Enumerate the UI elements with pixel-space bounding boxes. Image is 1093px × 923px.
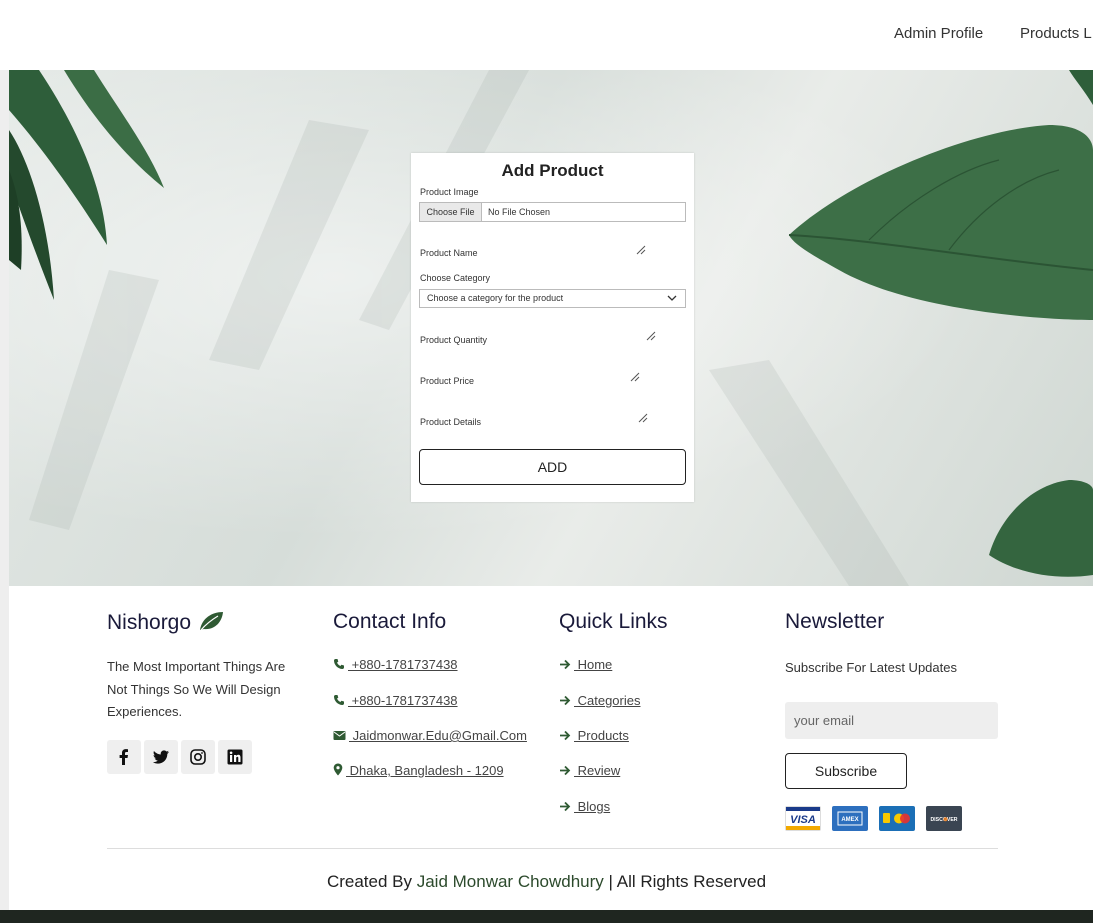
quick-link-review[interactable]: Review — [559, 763, 620, 778]
about-text: The Most Important Things Are Not Things… — [107, 659, 286, 719]
newsletter-email-input[interactable] — [785, 702, 998, 739]
amex-card-icon: AMEX — [832, 806, 868, 831]
linkedin-button[interactable] — [218, 740, 252, 774]
product-name-resize-icon[interactable] — [636, 245, 646, 255]
product-quantity-resize-icon[interactable] — [646, 331, 656, 341]
chevron-down-icon — [667, 295, 677, 301]
no-file-chosen-text: No File Chosen — [488, 207, 551, 217]
contact-phone-1[interactable]: +880-1781737438 — [333, 657, 458, 672]
category-select-value: Choose a category for the product — [427, 293, 564, 303]
leaf-icon — [199, 612, 223, 631]
product-image-label: Product Image — [420, 187, 479, 197]
left-gutter — [0, 70, 9, 910]
discover-card-graphic: DISCOVER — [930, 817, 957, 823]
newsletter-title: Newsletter — [785, 610, 885, 633]
credit-author-link[interactable]: Jaid Monwar Chowdhury — [417, 872, 604, 891]
quick-link-categories[interactable]: Categories — [559, 693, 640, 708]
bottom-bar — [0, 910, 1093, 923]
credit-prefix: Created By — [326, 872, 417, 891]
product-details-resize-icon[interactable] — [638, 413, 648, 423]
discover-card-icon: DISCOVER — [926, 806, 962, 831]
add-product-card: Add Product Product Image Choose File No… — [411, 153, 694, 502]
instagram-icon — [190, 749, 206, 765]
map-pin-icon — [333, 763, 343, 776]
nav-admin-profile[interactable]: Admin Profile — [894, 25, 983, 42]
mastercard-graphic — [883, 813, 910, 824]
envelope-icon — [333, 731, 346, 740]
amex-card-graphic: AMEX — [837, 811, 863, 826]
contact-address[interactable]: Dhaka, Bangladesh - 1209 — [333, 763, 504, 778]
footer-brand-column: Nishorgo — [107, 610, 224, 635]
linkedin-icon — [227, 749, 243, 765]
product-price-label: Product Price — [420, 376, 475, 386]
instagram-button[interactable] — [181, 740, 215, 774]
copyright-credit: Created By Jaid Monwar Chowdhury | All R… — [0, 872, 1093, 892]
product-details-label: Product Details — [420, 417, 482, 427]
visa-card-graphic: VISA — [786, 807, 820, 830]
facebook-icon — [119, 749, 128, 765]
arrow-right-icon — [560, 730, 571, 741]
quick-link-home[interactable]: Home — [559, 657, 612, 672]
product-name-label: Product Name — [420, 248, 478, 258]
twitter-button[interactable] — [144, 740, 178, 774]
visa-card-icon: VISA — [785, 806, 821, 831]
product-quantity-label: Product Quantity — [420, 335, 488, 345]
brand-name: Nishorgo — [107, 611, 192, 634]
visa-card-label: VISA — [790, 814, 816, 826]
contact-phone-2[interactable]: +880-1781737438 — [333, 693, 458, 708]
phone-icon — [334, 659, 344, 669]
arrow-right-icon — [560, 695, 571, 706]
footer-newsletter-column: Newsletter — [785, 610, 884, 634]
phone-icon — [334, 695, 344, 705]
credit-suffix: | All Rights Reserved — [603, 872, 767, 891]
twitter-icon — [152, 750, 169, 764]
add-product-button[interactable]: ADD — [419, 449, 686, 485]
mastercard-icon — [879, 806, 915, 831]
product-image-file-input[interactable]: Choose File No File Chosen — [419, 202, 686, 222]
top-navbar: Admin Profile Products L — [0, 0, 1093, 70]
arrow-right-icon — [560, 801, 571, 812]
choose-file-button[interactable]: Choose File — [420, 203, 482, 221]
hero-background: Add Product Product Image Choose File No… — [9, 70, 1093, 586]
subscribe-button[interactable]: Subscribe — [785, 753, 907, 789]
arrow-right-icon — [560, 765, 571, 776]
choose-category-label: Choose Category — [420, 273, 491, 283]
amex-card-label: AMEX — [841, 817, 858, 823]
quick-link-products[interactable]: Products — [559, 728, 629, 743]
facebook-button[interactable] — [107, 740, 141, 774]
quick-links-title: Quick Links — [559, 610, 668, 633]
product-price-resize-icon[interactable] — [630, 372, 640, 382]
contact-email[interactable]: Jaidmonwar.Edu@Gmail.Com — [333, 728, 527, 743]
category-select[interactable]: Choose a category for the product — [419, 289, 686, 308]
arrow-right-icon — [560, 659, 571, 670]
newsletter-subtitle: Subscribe For Latest Updates — [785, 660, 957, 675]
nav-products-list[interactable]: Products L — [1020, 25, 1092, 42]
footer-contact-column: Contact Info — [333, 610, 446, 634]
quick-link-blogs[interactable]: Blogs — [559, 799, 610, 814]
footer-links-column: Quick Links — [559, 610, 668, 634]
footer-divider — [107, 848, 998, 849]
form-title: Add Product — [501, 161, 604, 180]
contact-title: Contact Info — [333, 610, 447, 633]
